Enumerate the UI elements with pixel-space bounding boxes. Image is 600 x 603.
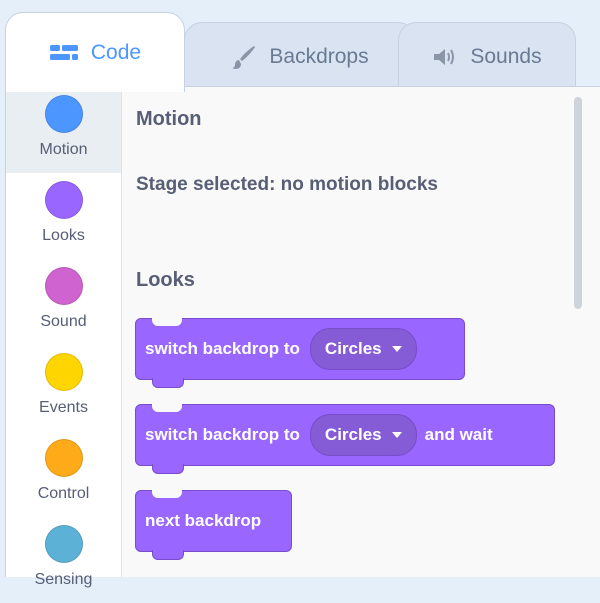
events-dot-icon — [44, 353, 83, 391]
backdrop-dropdown[interactable]: Circles — [309, 328, 417, 370]
sound-dot-icon — [44, 267, 83, 305]
caret-down-icon — [391, 432, 402, 438]
tab-sounds-label: Sounds — [470, 44, 542, 68]
category-label: Motion — [39, 141, 88, 158]
tab-backdrops-label: Backdrops — [269, 44, 369, 68]
block-tab — [152, 378, 184, 388]
block-text: next backdrop — [145, 511, 262, 530]
block-tab — [152, 550, 184, 560]
control-dot-icon — [44, 439, 83, 477]
dropdown-value: Circles — [324, 425, 382, 444]
code-icon — [49, 43, 79, 63]
palette-scrollbar[interactable] — [574, 97, 582, 309]
category-label: Sensing — [34, 571, 93, 588]
category-sound[interactable]: Sound — [6, 259, 121, 345]
switch-backdrop-block[interactable]: switch backdrop to Circles — [135, 318, 465, 388]
motion-heading: Motion — [136, 108, 202, 130]
tab-backdrops[interactable]: Backdrops — [184, 22, 416, 90]
block-tab — [152, 464, 184, 474]
looks-heading: Looks — [136, 269, 195, 291]
category-looks[interactable]: Looks — [6, 173, 121, 259]
category-menu: Motion Looks Sound Events Control Sensin… — [6, 87, 122, 588]
tab-code-label: Code — [90, 40, 142, 64]
category-label: Sound — [40, 313, 87, 330]
switch-backdrop-and-wait-block[interactable]: switch backdrop to Circles and wait — [135, 404, 555, 474]
category-events[interactable]: Events — [6, 345, 121, 431]
motion-empty-note: Stage selected: no motion blocks — [136, 174, 438, 195]
editor-tabs: Backdrops Sounds Code — [0, 0, 600, 92]
category-control[interactable]: Control — [6, 431, 121, 517]
blocks-palette: Motion Stage selected: no motion blocks … — [122, 87, 600, 577]
block-text: switch backdrop to — [145, 339, 300, 358]
dropdown-value: Circles — [324, 339, 382, 358]
paintbrush-icon — [231, 44, 257, 70]
block-text: switch backdrop to — [145, 425, 300, 444]
block-suffix: and wait — [424, 425, 493, 444]
looks-dot-icon — [44, 181, 83, 219]
speaker-icon — [432, 46, 458, 68]
tab-sounds[interactable]: Sounds — [398, 22, 576, 90]
category-label: Control — [37, 485, 90, 502]
code-panel: Motion Looks Sound Events Control Sensin… — [5, 86, 600, 588]
backdrop-dropdown[interactable]: Circles — [309, 414, 417, 456]
category-sensing[interactable]: Sensing — [6, 517, 121, 603]
block-notch — [152, 318, 182, 326]
category-motion[interactable]: Motion — [6, 87, 121, 173]
motion-dot-icon — [44, 95, 83, 133]
block-notch — [152, 490, 182, 498]
tab-code[interactable]: Code — [5, 12, 185, 92]
next-backdrop-block[interactable]: next backdrop — [135, 490, 292, 560]
block-notch — [152, 404, 182, 412]
caret-down-icon — [391, 346, 402, 352]
category-label: Events — [39, 399, 88, 416]
category-label: Looks — [42, 227, 85, 244]
sensing-dot-icon — [44, 525, 83, 563]
